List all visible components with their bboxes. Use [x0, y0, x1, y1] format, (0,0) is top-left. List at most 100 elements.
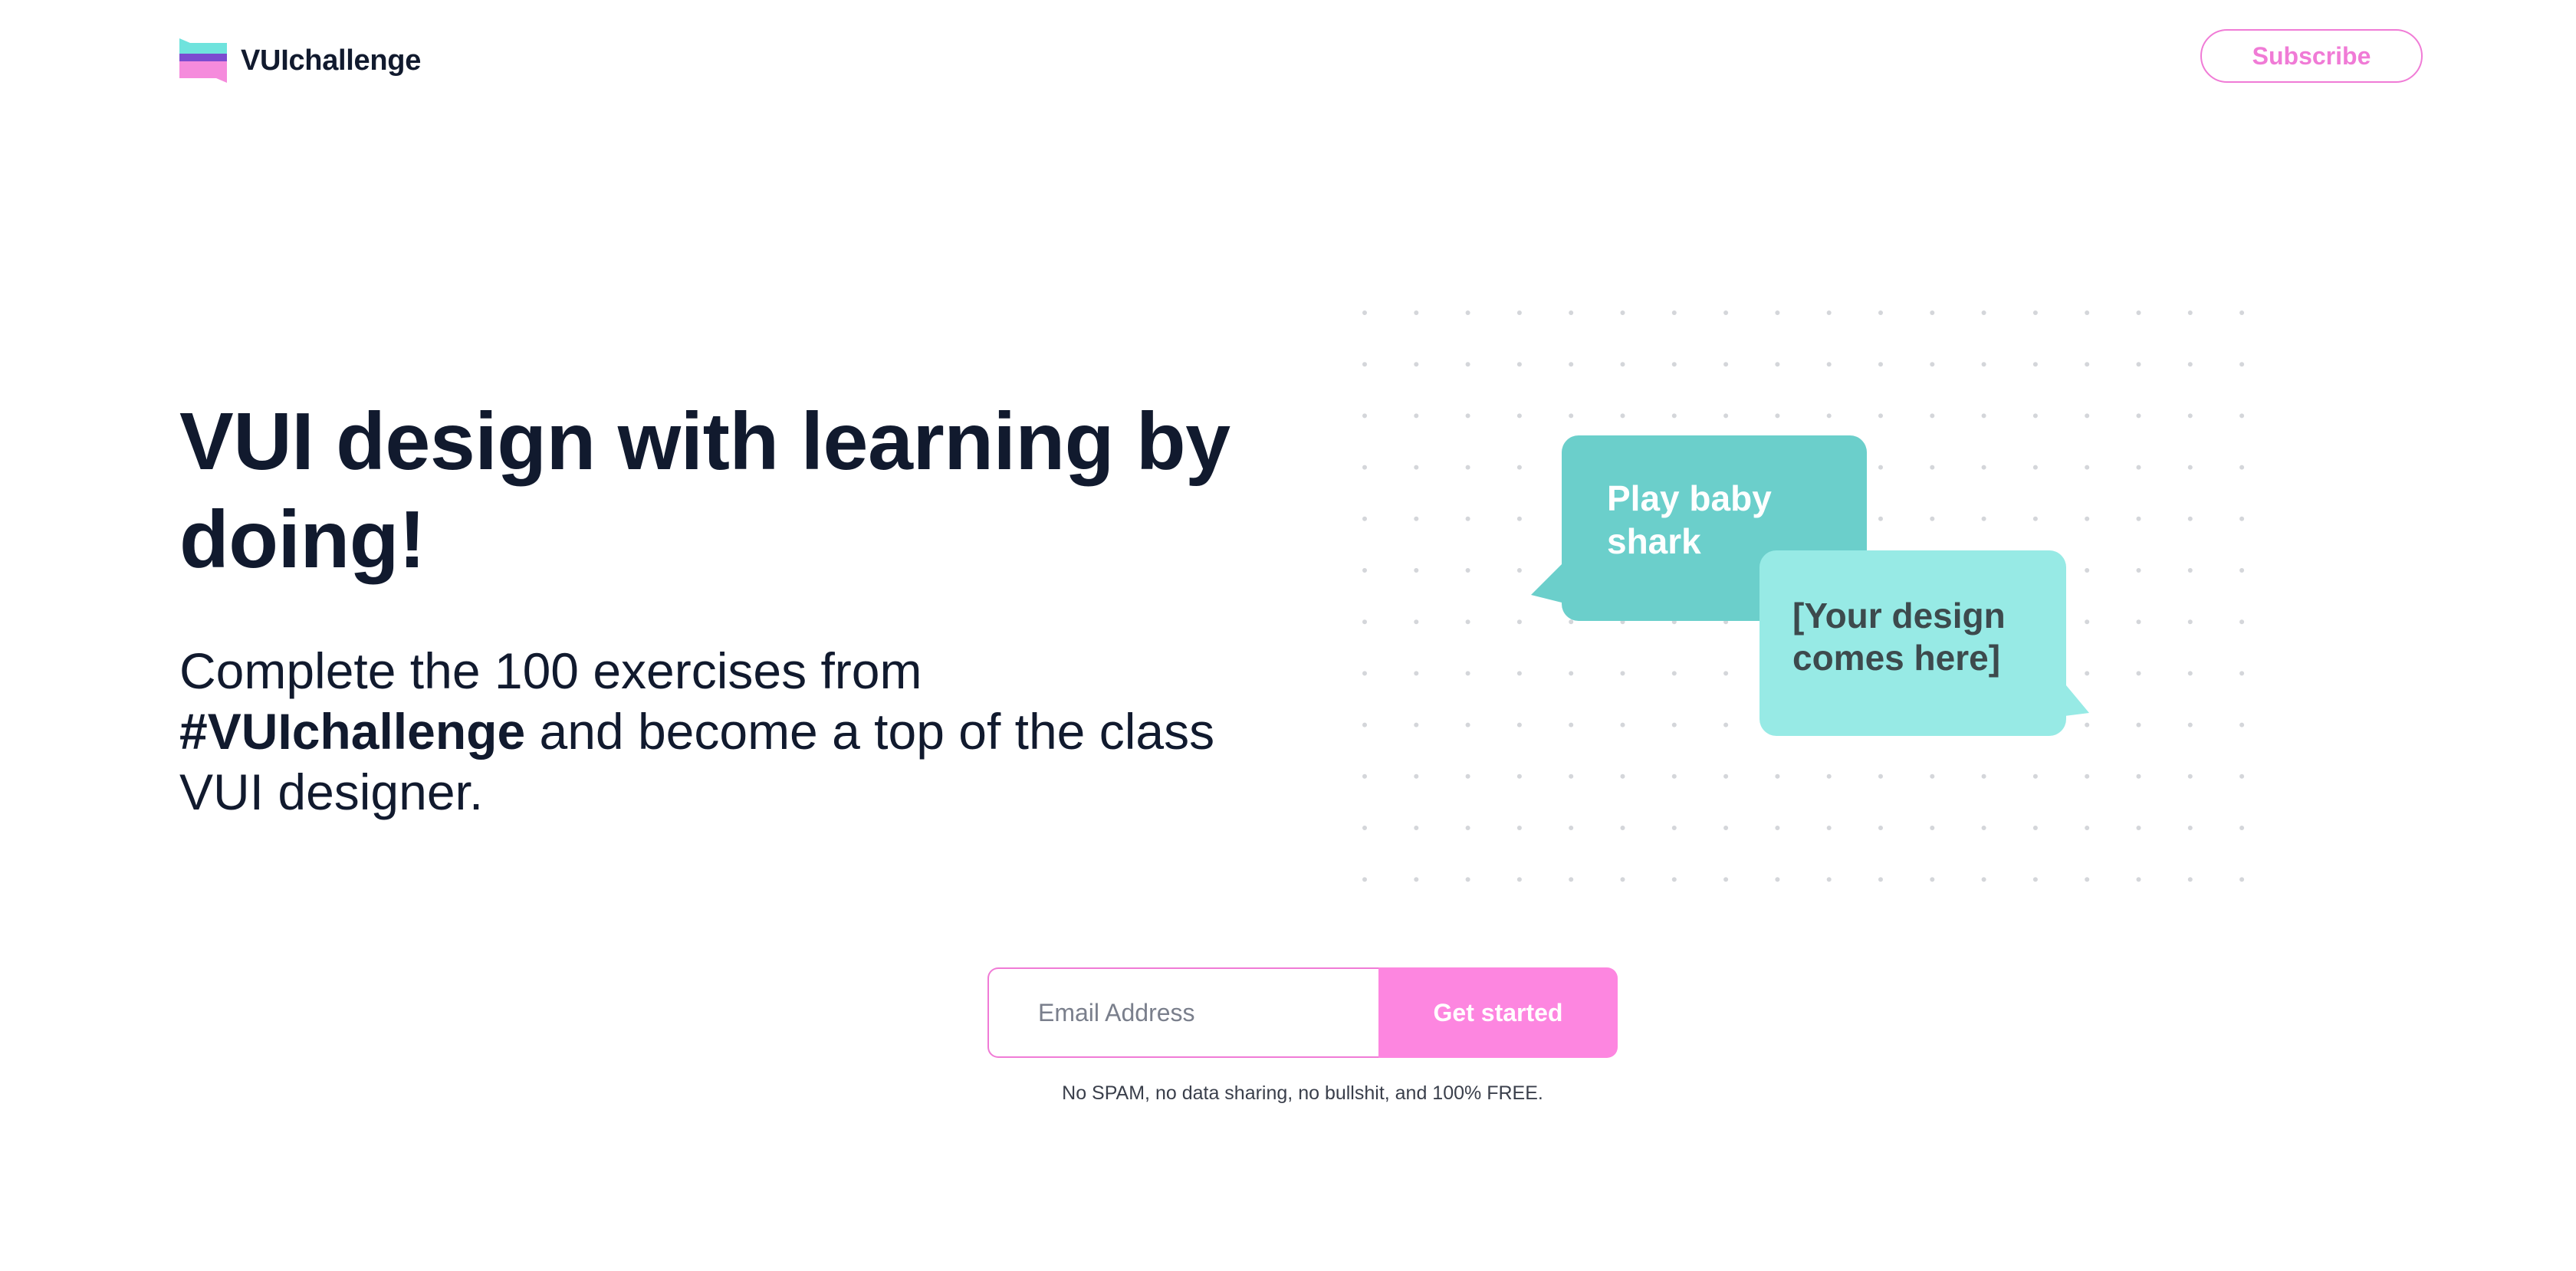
grid-dot	[1465, 310, 1470, 315]
grid-dot	[1878, 773, 1883, 779]
grid-dot	[1671, 413, 1677, 419]
grid-dot	[1671, 671, 1677, 676]
grid-dot	[1362, 671, 1367, 676]
grid-dot	[2032, 877, 2038, 882]
grid-dot	[2136, 516, 2141, 521]
grid-dot	[2239, 671, 2245, 676]
grid-dot	[1465, 413, 1470, 419]
grid-dot	[1569, 413, 1574, 419]
grid-dot	[1723, 773, 1729, 779]
grid-dot	[1981, 465, 1986, 470]
grid-dot	[1620, 773, 1625, 779]
grid-dot	[1878, 362, 1883, 367]
grid-dot	[1620, 826, 1625, 830]
grid-dot	[2085, 826, 2090, 830]
grid-dot	[1465, 671, 1470, 676]
grid-dot	[1465, 619, 1470, 625]
grid-dot	[1775, 413, 1780, 419]
email-input[interactable]	[987, 967, 1378, 1058]
brand-logo[interactable]: VUIchallenge	[179, 38, 421, 83]
reply-speech-bubble: [Your design comes here]	[1760, 550, 2089, 736]
hero-title: VUI design with learning by doing!	[179, 396, 1230, 585]
hero-hashtag: #VUIchallenge	[179, 703, 526, 760]
grid-dot	[1516, 877, 1522, 882]
grid-dot	[1930, 362, 1935, 367]
grid-dot	[1569, 619, 1574, 625]
grid-dot	[1930, 773, 1935, 779]
grid-dot	[1775, 310, 1780, 315]
grid-dot	[2085, 516, 2090, 521]
grid-dot	[1414, 773, 1419, 779]
grid-dot	[1620, 310, 1625, 315]
grid-dot	[1414, 362, 1419, 367]
grid-dot	[1516, 310, 1522, 315]
grid-dot	[1569, 310, 1574, 315]
chat-flag-logo-icon	[179, 38, 227, 83]
grid-dot	[1981, 826, 1986, 830]
hero-subtitle-start: Complete the 100 exercises from	[179, 642, 922, 699]
grid-dot	[2032, 516, 2038, 521]
grid-dot	[2187, 413, 2193, 419]
grid-dot	[1930, 413, 1935, 419]
get-started-button[interactable]: Get started	[1378, 967, 1618, 1058]
grid-dot	[1465, 773, 1470, 779]
grid-dot	[2239, 877, 2245, 882]
grid-dot	[2239, 310, 2245, 315]
grid-dot	[1569, 722, 1574, 727]
grid-dot	[1826, 826, 1832, 830]
grid-dot	[1878, 516, 1883, 521]
grid-dot	[1723, 826, 1729, 830]
grid-dot	[1930, 877, 1935, 882]
grid-dot	[1826, 362, 1832, 367]
grid-dot	[2136, 722, 2141, 727]
grid-dot	[1775, 826, 1780, 830]
grid-dot	[2239, 362, 2245, 367]
grid-dot	[2085, 722, 2090, 727]
grid-dot	[1671, 362, 1677, 367]
grid-dot	[2085, 568, 2090, 573]
speech-bubbles-illustration: Play baby shark [Your design comes here]	[1362, 310, 2245, 882]
brand-name: VUIchallenge	[241, 44, 422, 77]
grid-dot	[1671, 826, 1677, 830]
grid-dot	[2032, 362, 2038, 367]
grid-dot	[2032, 773, 2038, 779]
grid-dot	[1414, 465, 1419, 470]
grid-dot	[1826, 413, 1832, 419]
grid-dot	[1516, 516, 1522, 521]
grid-dot	[2187, 362, 2193, 367]
grid-dot	[1414, 877, 1419, 882]
grid-dot	[2032, 826, 2038, 830]
subscribe-button[interactable]: Subscribe	[2200, 29, 2423, 83]
grid-dot	[2239, 516, 2245, 521]
signup-form: Get started	[987, 967, 1618, 1058]
grid-dot	[1723, 671, 1729, 676]
grid-dot	[2032, 465, 2038, 470]
grid-dot	[1569, 773, 1574, 779]
grid-dot	[2085, 362, 2090, 367]
grid-dot	[1414, 310, 1419, 315]
grid-dot	[1569, 877, 1574, 882]
grid-dot	[2239, 826, 2245, 830]
grid-dot	[1930, 465, 1935, 470]
grid-dot	[1620, 722, 1625, 727]
grid-dot	[1826, 310, 1832, 315]
chat-illustration: Play baby shark [Your design comes here]	[1349, 299, 2246, 897]
grid-dot	[2239, 465, 2245, 470]
grid-dot	[2136, 465, 2141, 470]
grid-dot	[1414, 516, 1419, 521]
grid-dot	[1723, 310, 1729, 315]
grid-dot	[1362, 773, 1367, 779]
grid-dot	[1465, 722, 1470, 727]
grid-dot	[1930, 516, 1935, 521]
grid-dot	[1362, 826, 1367, 830]
grid-dot	[1414, 619, 1419, 625]
grid-dot	[2136, 362, 2141, 367]
user-bubble-line-2: shark	[1607, 521, 1701, 561]
grid-dot	[1516, 413, 1522, 419]
grid-dot	[1723, 877, 1729, 882]
grid-dot	[1516, 773, 1522, 779]
grid-dot	[1516, 722, 1522, 727]
grid-dot	[1981, 362, 1986, 367]
grid-dot	[1981, 877, 1986, 882]
grid-dot	[2187, 877, 2193, 882]
